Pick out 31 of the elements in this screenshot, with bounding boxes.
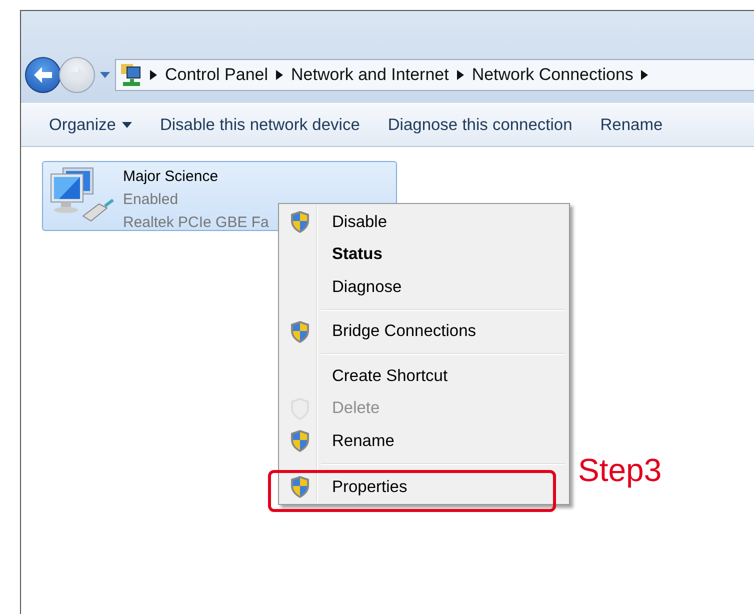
connection-status: Enabled: [123, 190, 180, 210]
menu-item[interactable]: Properties: [268, 470, 556, 512]
adapter-name: Realtek PCIe GBE Fa: [123, 213, 269, 233]
dropdown-arrow-icon[interactable]: [99, 71, 111, 79]
address-bar[interactable]: Control Panel Network and Internet Network Connections: [115, 59, 754, 91]
back-arrow-icon: [33, 66, 53, 84]
menu-item[interactable]: Create Shortcut: [281, 360, 567, 392]
caret-icon: [122, 122, 132, 128]
menu-item[interactable]: Diagnose: [281, 271, 567, 304]
shield-icon: [289, 475, 311, 499]
toolbar-button[interactable]: Organize: [35, 116, 146, 134]
back-button[interactable]: [25, 57, 61, 93]
step-annotation: Step3: [578, 452, 662, 489]
breadcrumb-item[interactable]: Control Panel: [165, 65, 268, 85]
chevron-icon: [150, 70, 157, 80]
shield-icon: [289, 210, 311, 234]
breadcrumb-item[interactable]: Network and Internet: [291, 65, 449, 85]
chevron-icon: [276, 70, 284, 80]
toolbar-button[interactable]: Rename: [586, 116, 677, 134]
menu-item[interactable]: Bridge Connections: [281, 316, 567, 348]
shield-icon: [289, 429, 311, 454]
breadcrumb-item[interactable]: Network Connections: [472, 65, 634, 85]
toolbar-button[interactable]: Diagnose this connection: [374, 116, 586, 134]
chevron-icon: [456, 70, 464, 80]
toolbar-button[interactable]: Disable this network device: [146, 116, 374, 134]
menu-item[interactable]: Status: [281, 238, 567, 271]
connection-name: Major Science: [123, 167, 220, 187]
menu-item[interactable]: Rename: [281, 425, 567, 458]
chevron-icon: [641, 70, 648, 80]
shield-icon: [289, 320, 311, 344]
network-computer-icon: [120, 63, 142, 87]
